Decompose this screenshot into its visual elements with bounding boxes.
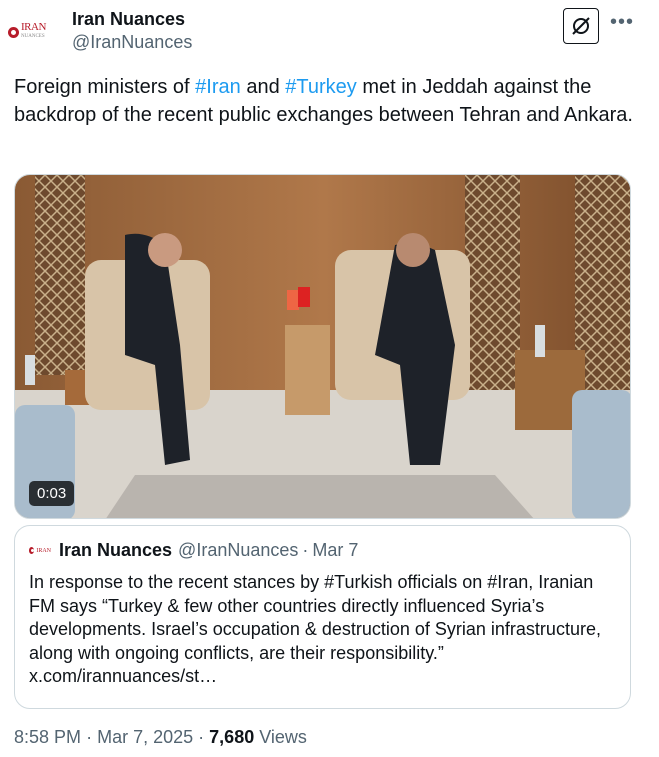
video-duration-badge: 0:03	[29, 481, 75, 506]
author-avatar[interactable]: IRAN NUANCES	[8, 12, 64, 52]
video-frame-image	[15, 175, 630, 518]
views-label: Views	[259, 727, 307, 747]
avatar-logo-text: IRAN NUANCES	[21, 21, 46, 40]
tweet-time[interactable]: 8:58 PM	[14, 727, 81, 747]
footer-separator-2: ·	[198, 727, 205, 747]
hashtag-iran-link[interactable]: #Iran	[195, 76, 241, 98]
logo-mark-icon	[8, 26, 19, 38]
video-player[interactable]: 0:03	[14, 174, 631, 519]
quoted-display-name: Iran Nuances	[59, 540, 173, 560]
quoted-tweet-text: In response to the recent stances by #Tu…	[29, 572, 601, 686]
quoted-tweet[interactable]: IRAN Iran Nuances @IranNuances · Mar 7 I…	[14, 525, 631, 709]
quoted-separator: ·	[302, 540, 309, 560]
more-icon: •••	[610, 11, 635, 33]
tweet-footer: 8:58 PM · Mar 7, 2025 · 7,680 Views	[14, 727, 307, 748]
author-handle[interactable]: @IranNuances	[72, 30, 192, 54]
more-options-button[interactable]: •••	[610, 12, 634, 32]
author-names: Iran Nuances @IranNuances	[72, 8, 192, 54]
hashtag-turkey-link[interactable]: #Turkey	[285, 76, 357, 98]
views-count: 7,680	[209, 727, 255, 747]
quoted-handle: @IranNuances	[178, 540, 299, 560]
quoted-tweet-header: IRAN Iran Nuances @IranNuances · Mar 7	[29, 540, 358, 561]
tweet-date[interactable]: Mar 7, 2025	[97, 727, 193, 747]
quoted-avatar: IRAN	[29, 544, 51, 558]
quoted-date: Mar 7	[312, 540, 359, 560]
grok-button[interactable]	[563, 8, 599, 44]
tweet-text: Foreign ministers of #Iran and #Turkey m…	[14, 76, 633, 126]
footer-separator: ·	[86, 727, 93, 747]
grok-icon	[572, 17, 590, 35]
quoted-logo-mark-icon	[29, 547, 35, 554]
author-display-name[interactable]: Iran Nuances	[72, 8, 192, 30]
